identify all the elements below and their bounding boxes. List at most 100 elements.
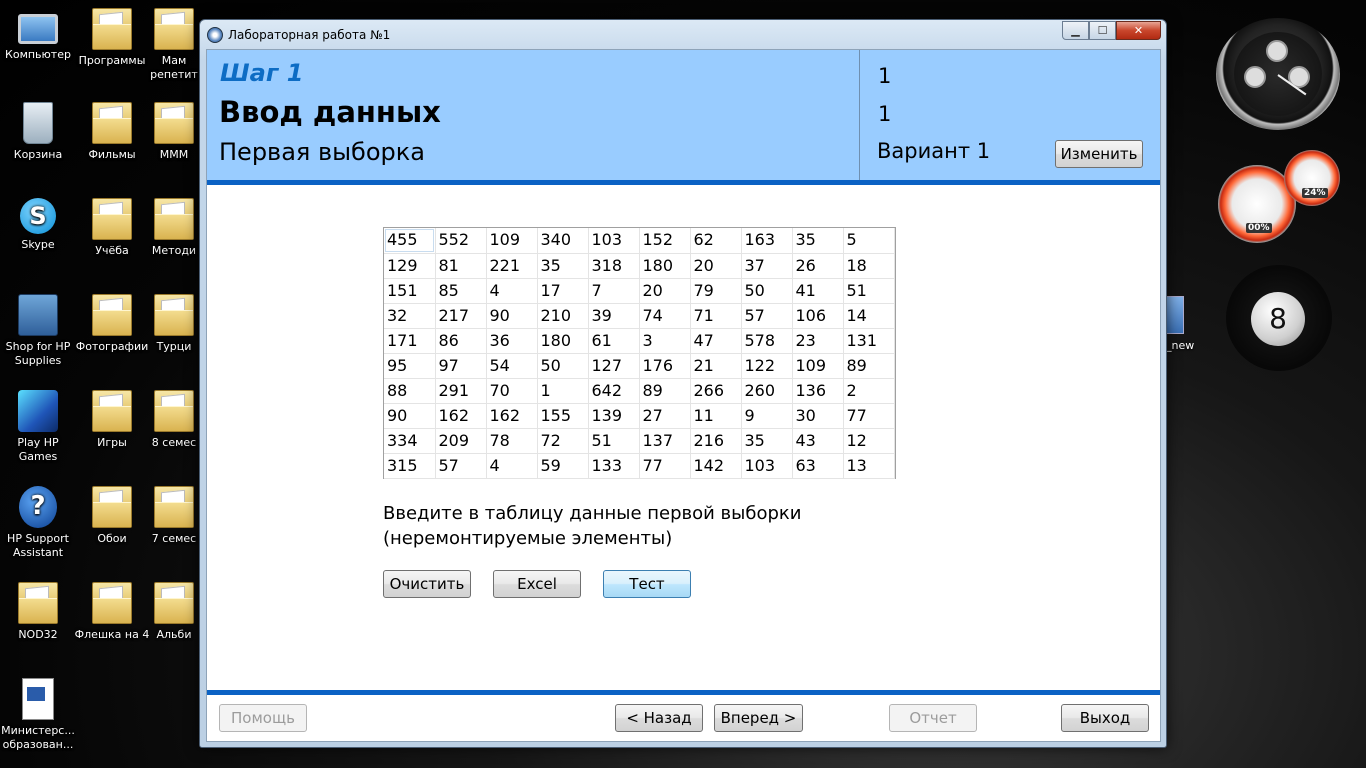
table-cell[interactable]: 209	[435, 428, 487, 454]
table-cell[interactable]: 103	[741, 453, 793, 479]
table-cell[interactable]: 162	[486, 403, 538, 429]
table-cell[interactable]: 2	[843, 378, 895, 404]
table-cell[interactable]: 129	[384, 253, 436, 279]
ram-meter-gadget[interactable]: 24%	[1284, 150, 1340, 206]
table-cell[interactable]: 47	[690, 328, 742, 354]
desktop-icon-wallpapers[interactable]: Обои	[74, 486, 150, 546]
window-titlebar[interactable]: Лабораторная работа №1 ▁ ☐ ✕	[200, 20, 1166, 48]
table-cell[interactable]: 103	[588, 228, 640, 254]
table-cell[interactable]: 89	[639, 378, 691, 404]
desktop-icon-semester-7[interactable]: 7 семес	[148, 486, 200, 546]
table-cell[interactable]: 5	[843, 228, 895, 254]
table-cell[interactable]: 291	[435, 378, 487, 404]
table-cell[interactable]: 23	[792, 328, 844, 354]
table-cell[interactable]: 578	[741, 328, 793, 354]
desktop-icon-flash[interactable]: Флешка на 4	[74, 582, 150, 642]
excel-button[interactable]: Excel	[493, 570, 581, 598]
desktop-icon-skype[interactable]: S Skype	[0, 198, 76, 252]
table-cell[interactable]: 210	[537, 303, 589, 329]
table-cell[interactable]: 26	[792, 253, 844, 279]
desktop-icon-document[interactable]: Министерс... образован...	[0, 678, 76, 752]
table-cell[interactable]: 35	[792, 228, 844, 254]
table-cell[interactable]: 95	[384, 353, 436, 379]
table-cell[interactable]: 32	[384, 303, 436, 329]
table-cell[interactable]: 30	[792, 403, 844, 429]
table-cell[interactable]: 17	[537, 278, 589, 304]
table-cell[interactable]: 12	[843, 428, 895, 454]
table-cell[interactable]: 18	[843, 253, 895, 279]
table-cell[interactable]: 216	[690, 428, 742, 454]
table-cell[interactable]: 51	[588, 428, 640, 454]
table-cell[interactable]: 163	[741, 228, 793, 254]
minimize-button[interactable]: ▁	[1062, 21, 1089, 40]
table-cell[interactable]: 315	[384, 453, 436, 479]
table-cell[interactable]: 71	[690, 303, 742, 329]
table-cell[interactable]: 81	[435, 253, 487, 279]
test-button[interactable]: Тест	[603, 570, 691, 598]
desktop-icon-nod32[interactable]: NOD32	[0, 582, 76, 642]
table-cell[interactable]: 85	[435, 278, 487, 304]
table-cell[interactable]: 151	[384, 278, 436, 304]
table-cell[interactable]: 35	[537, 253, 589, 279]
table-cell[interactable]: 109	[792, 353, 844, 379]
table-cell[interactable]: 127	[588, 353, 640, 379]
table-cell[interactable]: 180	[639, 253, 691, 279]
table-cell[interactable]: 90	[486, 303, 538, 329]
desktop-icon-turkey[interactable]: Турци	[148, 294, 200, 354]
table-cell[interactable]: 131	[843, 328, 895, 354]
table-cell[interactable]: 77	[843, 403, 895, 429]
back-button[interactable]: < Назад	[615, 704, 703, 732]
table-cell[interactable]: 642	[588, 378, 640, 404]
table-cell[interactable]: 86	[435, 328, 487, 354]
desktop-icon-films[interactable]: Фильмы	[74, 102, 150, 162]
table-cell[interactable]: 72	[537, 428, 589, 454]
table-cell[interactable]: 57	[741, 303, 793, 329]
report-button[interactable]: Отчет	[889, 704, 977, 732]
eight-ball-gadget[interactable]: 8	[1226, 265, 1332, 371]
table-cell[interactable]: 79	[690, 278, 742, 304]
table-cell[interactable]: 89	[843, 353, 895, 379]
desktop-icon-album[interactable]: Альби	[148, 582, 200, 642]
table-cell[interactable]: 43	[792, 428, 844, 454]
table-cell[interactable]: 41	[792, 278, 844, 304]
next-button[interactable]: Вперед >	[714, 704, 803, 732]
table-cell[interactable]: 1	[537, 378, 589, 404]
table-cell[interactable]: 35	[741, 428, 793, 454]
desktop-icon-mam[interactable]: Мам репетит	[148, 8, 200, 82]
table-cell[interactable]: 109	[486, 228, 538, 254]
table-cell[interactable]: 59	[537, 453, 589, 479]
table-cell[interactable]: 21	[690, 353, 742, 379]
table-cell[interactable]: 70	[486, 378, 538, 404]
table-cell[interactable]: 14	[843, 303, 895, 329]
table-cell[interactable]: 106	[792, 303, 844, 329]
table-cell[interactable]: 139	[588, 403, 640, 429]
desktop-icon-hp-supplies[interactable]: Shop for HP Supplies	[0, 294, 76, 368]
table-cell[interactable]: 7	[588, 278, 640, 304]
table-cell[interactable]: 63	[792, 453, 844, 479]
table-cell[interactable]: 152	[639, 228, 691, 254]
table-cell[interactable]: 266	[690, 378, 742, 404]
table-cell[interactable]: 78	[486, 428, 538, 454]
table-cell[interactable]: 4	[486, 453, 538, 479]
table-cell[interactable]: 176	[639, 353, 691, 379]
table-cell[interactable]: 9	[741, 403, 793, 429]
close-button[interactable]: ✕	[1116, 21, 1161, 40]
desktop-icon-methods[interactable]: Методи	[148, 198, 200, 258]
table-cell[interactable]: 122	[741, 353, 793, 379]
help-button[interactable]: Помощь	[219, 704, 307, 732]
table-cell[interactable]: 74	[639, 303, 691, 329]
desktop-icon-recycle-bin[interactable]: Корзина	[0, 102, 76, 162]
desktop-icon-hp-games[interactable]: Play HP Games	[0, 390, 76, 464]
desktop-icon-mmm[interactable]: МММ	[148, 102, 200, 162]
maximize-button[interactable]: ☐	[1089, 21, 1116, 40]
desktop-icon-study[interactable]: Учёба	[74, 198, 150, 258]
table-cell[interactable]: 552	[435, 228, 487, 254]
table-cell[interactable]: 217	[435, 303, 487, 329]
table-cell[interactable]: 180	[537, 328, 589, 354]
desktop-icon-computer[interactable]: Компьютер	[0, 8, 76, 62]
exit-button[interactable]: Выход	[1061, 704, 1149, 732]
table-cell[interactable]: 62	[690, 228, 742, 254]
desktop-icon-photos[interactable]: Фотографии	[74, 294, 150, 354]
table-cell[interactable]: 50	[537, 353, 589, 379]
table-cell[interactable]: 20	[639, 278, 691, 304]
